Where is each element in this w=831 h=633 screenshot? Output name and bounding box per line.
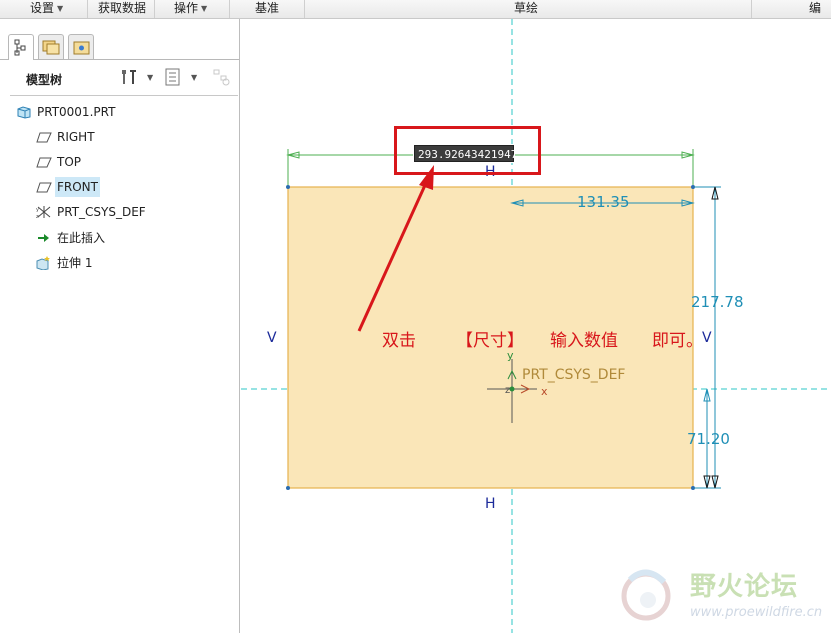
tree-item-label: PRT_CSYS_DEF — [57, 205, 146, 219]
dimension-value-input[interactable]: 293.92643421947 — [413, 144, 517, 163]
csys-icon: y z — [36, 206, 51, 219]
csys-label: PRT_CSYS_DEF — [522, 367, 626, 383]
ribbon-group-bar: 设置 ▼ 获取数据 操作 ▼ 基准 草绘 编 — [0, 0, 831, 19]
model-tree-title: 模型树 — [26, 73, 63, 87]
watermark-url: www.proewildfire.cn — [690, 605, 823, 620]
note-dimension: 【尺寸】 — [456, 331, 524, 351]
tree-item-extrude[interactable]: 拉伸 1 — [36, 253, 216, 273]
vertical-constraint-left: V — [267, 330, 277, 346]
csys-z-label: z — [505, 385, 511, 396]
tree-toolbar-divider — [10, 95, 238, 96]
sketch-menu[interactable]: 草绘 — [306, 0, 752, 18]
svg-text:z: z — [36, 214, 39, 219]
settings-menu-label: 设置 — [30, 1, 55, 15]
note-double-click: 双击 — [382, 331, 416, 351]
tools-icon — [122, 70, 136, 84]
datum-plane-icon — [36, 132, 52, 143]
datum-plane-icon — [36, 157, 52, 168]
chevron-down-icon: ▼ — [201, 4, 208, 13]
folder-browser-icon — [42, 40, 60, 55]
tab-folder-browser[interactable] — [38, 34, 64, 59]
operations-menu-label: 操作 — [174, 1, 199, 15]
part-icon — [17, 106, 31, 119]
tab-divider — [0, 59, 239, 60]
extrude-feature-icon — [36, 256, 50, 270]
watermark-title: 野火论坛 — [690, 572, 799, 602]
sketch-geometry — [241, 19, 831, 633]
tree-show-button[interactable] — [163, 67, 183, 87]
chevron-down-icon[interactable]: ▼ — [147, 73, 153, 82]
get-data-menu[interactable]: 获取数据 — [89, 0, 155, 18]
tab-favorites[interactable] — [68, 34, 94, 59]
creo-sketcher-window: 设置 ▼ 获取数据 操作 ▼ 基准 草绘 编 模型树 ▼ ▼ PRT0001.P… — [0, 0, 831, 633]
settings-menu[interactable]: 设置 ▼ — [0, 0, 88, 18]
datum-plane-icon — [36, 182, 52, 193]
tab-model-tree[interactable] — [8, 34, 34, 60]
tree-item-label-selected: FRONT — [55, 177, 100, 197]
operations-menu[interactable]: 操作 ▼ — [156, 0, 230, 18]
dimension-131-35[interactable]: 131.35 — [577, 193, 630, 211]
tree-item-label: TOP — [57, 155, 82, 169]
svg-text:y: y — [36, 207, 39, 213]
tree-item-label: PRT0001.PRT — [37, 105, 116, 119]
tree-item-label: 在此插入 — [57, 231, 106, 245]
tree-item-part[interactable]: PRT0001.PRT — [16, 102, 216, 122]
tree-item-csys[interactable]: y z PRT_CSYS_DEF — [36, 202, 216, 222]
sketch-menu-label: 草绘 — [514, 1, 539, 15]
edit-menu-label: 编 — [809, 1, 822, 15]
tree-item-insert-here[interactable]: 在此插入 — [36, 228, 216, 248]
edit-menu[interactable]: 编 — [753, 0, 831, 18]
get-data-menu-label: 获取数据 — [98, 1, 147, 15]
tree-filter-icon — [213, 69, 230, 86]
tree-settings-button[interactable] — [118, 67, 140, 87]
navigator-panel: 模型树 ▼ ▼ PRT0001.PRT RIGHT TOP FRONT y z … — [0, 19, 240, 633]
model-tree-tab-icon — [14, 39, 26, 56]
chevron-down-icon[interactable]: ▼ — [191, 73, 197, 82]
tree-item-right[interactable]: RIGHT — [36, 127, 216, 147]
tree-item-front[interactable]: FRONT — [36, 177, 216, 197]
tree-item-top[interactable]: TOP — [36, 152, 216, 172]
chevron-down-icon: ▼ — [57, 4, 64, 13]
model-tree-toolbar: 模型树 ▼ ▼ — [8, 63, 238, 93]
dimension-71-20[interactable]: 71.20 — [687, 430, 730, 448]
vertical-constraint-right: V — [702, 330, 712, 346]
tree-filter-button[interactable] — [211, 67, 233, 87]
list-icon — [165, 68, 180, 86]
graphics-window[interactable]: 131.35 217.78 71.20 H H V V y x z — [241, 19, 831, 633]
tree-item-label: 拉伸 1 — [57, 256, 93, 270]
datum-menu[interactable]: 基准 — [231, 0, 305, 18]
datum-menu-label: 基准 — [255, 1, 280, 15]
horizontal-constraint-bottom: H — [485, 496, 496, 512]
csys-x-label: x — [541, 385, 548, 398]
tree-item-label: RIGHT — [57, 130, 95, 144]
dimension-217-78[interactable]: 217.78 — [691, 293, 744, 311]
note-enter-value: 输入数值 — [550, 331, 618, 351]
favorites-icon — [73, 41, 90, 55]
note-done: 即可。 — [652, 331, 703, 351]
insert-here-arrow-icon — [38, 234, 49, 242]
